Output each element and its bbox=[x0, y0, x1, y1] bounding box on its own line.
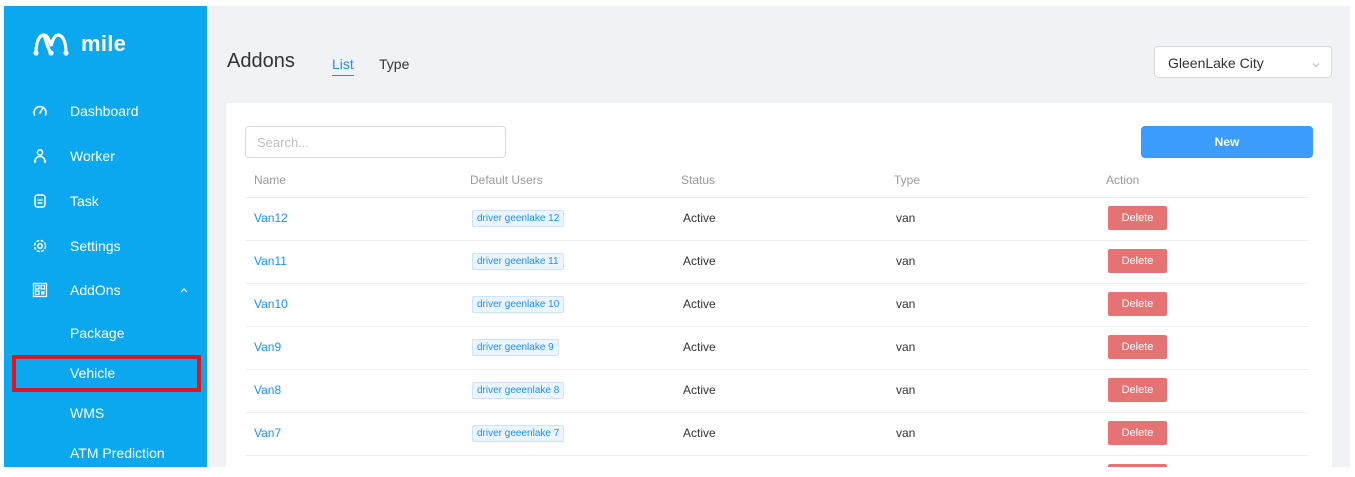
mile-logo-icon bbox=[33, 33, 69, 56]
sidebar-item-dashboard[interactable]: Dashboard bbox=[4, 91, 207, 131]
dashboard-icon bbox=[32, 103, 48, 119]
sidebar-item-label: AddOns bbox=[70, 282, 121, 298]
addons-icon bbox=[32, 282, 48, 298]
chevron-down-icon bbox=[1311, 57, 1321, 75]
chevron-up-icon[interactable] bbox=[179, 282, 189, 300]
type-text: van bbox=[896, 383, 916, 397]
delete-button[interactable]: Delete bbox=[1108, 335, 1167, 359]
default-user-tag: driver geenlake 10 bbox=[472, 296, 565, 313]
column-header-default-users: Default Users bbox=[470, 173, 543, 187]
type-text: van bbox=[896, 297, 916, 311]
app-window: mile Dashboard Worker Task Settings AddO… bbox=[4, 6, 1350, 467]
vehicle-name-link[interactable]: Van12 bbox=[254, 211, 288, 225]
table-row: Van12 driver geenlake 12 Active van Dele… bbox=[245, 198, 1309, 241]
worker-icon bbox=[32, 148, 48, 164]
default-user-tag: driver geenlake 11 bbox=[472, 253, 564, 270]
default-user-tag: driver geenlake 9 bbox=[472, 339, 559, 356]
type-text: van bbox=[896, 254, 916, 268]
sidebar-subitem-label: WMS bbox=[70, 405, 105, 421]
default-user-tag: driver geeenlake 7 bbox=[472, 425, 565, 442]
table-row: Van10 driver geenlake 10 Active van Dele… bbox=[245, 284, 1309, 327]
sidebar-subitem-vehicle[interactable]: Vehicle bbox=[4, 354, 207, 392]
sidebar-subitem-wms[interactable]: WMS bbox=[4, 394, 207, 432]
sidebar-item-settings[interactable]: Settings bbox=[4, 226, 207, 266]
new-button[interactable]: New bbox=[1141, 126, 1313, 158]
sidebar-subitem-label: Vehicle bbox=[70, 365, 116, 381]
status-text: Active bbox=[683, 211, 716, 225]
column-header-name: Name bbox=[254, 173, 287, 187]
brand-name: mile bbox=[81, 31, 127, 56]
type-text: van bbox=[896, 426, 916, 440]
delete-button[interactable]: Delete bbox=[1108, 249, 1167, 273]
search-input[interactable] bbox=[245, 126, 506, 158]
column-header-action: Action bbox=[1106, 173, 1140, 187]
status-text: Active bbox=[683, 297, 716, 311]
sidebar-subitem-atm-prediction[interactable]: ATM Prediction bbox=[4, 434, 207, 467]
column-header-status: Status bbox=[681, 173, 716, 187]
table-header: Name Default Users Status Type Action bbox=[245, 165, 1309, 198]
sidebar-item-task[interactable]: Task bbox=[4, 181, 207, 221]
type-text: van bbox=[896, 340, 916, 354]
sidebar-item-addons[interactable]: AddOns bbox=[4, 270, 207, 310]
table-row: Van9 driver geenlake 9 Active van Delete bbox=[245, 327, 1309, 370]
type-text: van bbox=[896, 211, 916, 225]
status-text: Active bbox=[683, 254, 716, 268]
sidebar-subitem-package[interactable]: Package bbox=[4, 314, 207, 352]
sidebar-subitem-label: ATM Prediction bbox=[70, 445, 165, 461]
table-row: Van7 driver geeenlake 7 Active van Delet… bbox=[245, 413, 1309, 456]
status-text: Active bbox=[683, 426, 716, 440]
brand-logo[interactable]: mile bbox=[31, 30, 126, 58]
city-select-value: GleenLake City bbox=[1168, 55, 1264, 71]
tab-type[interactable]: Type bbox=[379, 56, 409, 75]
default-user-tag: driver geeenlake 8 bbox=[472, 382, 565, 399]
delete-button[interactable]: Delete bbox=[1108, 421, 1167, 445]
task-icon bbox=[32, 193, 48, 209]
delete-button[interactable]: Delete bbox=[1108, 378, 1167, 402]
sidebar-subitem-label: Package bbox=[70, 325, 125, 341]
vehicle-name-link[interactable]: Van7 bbox=[254, 426, 281, 440]
delete-button[interactable]: Delete bbox=[1108, 292, 1167, 316]
column-header-type: Type bbox=[894, 173, 921, 187]
vehicle-name-link[interactable]: Van11 bbox=[254, 254, 287, 268]
vehicle-name-link[interactable]: Van10 bbox=[254, 297, 288, 311]
vehicle-name-link[interactable]: Van9 bbox=[254, 340, 281, 354]
sidebar-item-label: Settings bbox=[70, 238, 121, 254]
table-row: Van11 driver geenlake 11 Active van Dele… bbox=[245, 241, 1309, 284]
settings-icon bbox=[32, 238, 48, 254]
table-row: Van8 driver geeenlake 8 Active van Delet… bbox=[245, 370, 1309, 413]
status-text: Active bbox=[683, 383, 716, 397]
sidebar-item-label: Dashboard bbox=[70, 103, 139, 119]
delete-button-partial[interactable] bbox=[1108, 464, 1167, 467]
tab-list[interactable]: List bbox=[332, 56, 354, 76]
delete-button[interactable]: Delete bbox=[1108, 206, 1167, 230]
vehicle-name-link[interactable]: Van8 bbox=[254, 383, 281, 397]
sidebar: mile Dashboard Worker Task Settings AddO… bbox=[4, 6, 207, 467]
sidebar-item-worker[interactable]: Worker bbox=[4, 136, 207, 176]
sidebar-item-label: Worker bbox=[70, 148, 115, 164]
addons-card: New Name Default Users Status Type Actio… bbox=[226, 103, 1332, 467]
default-user-tag: driver geenlake 12 bbox=[472, 210, 565, 227]
sidebar-item-label: Task bbox=[70, 193, 99, 209]
page-title: Addons bbox=[227, 50, 295, 72]
city-select[interactable]: GleenLake City bbox=[1154, 46, 1332, 78]
status-text: Active bbox=[683, 340, 716, 354]
